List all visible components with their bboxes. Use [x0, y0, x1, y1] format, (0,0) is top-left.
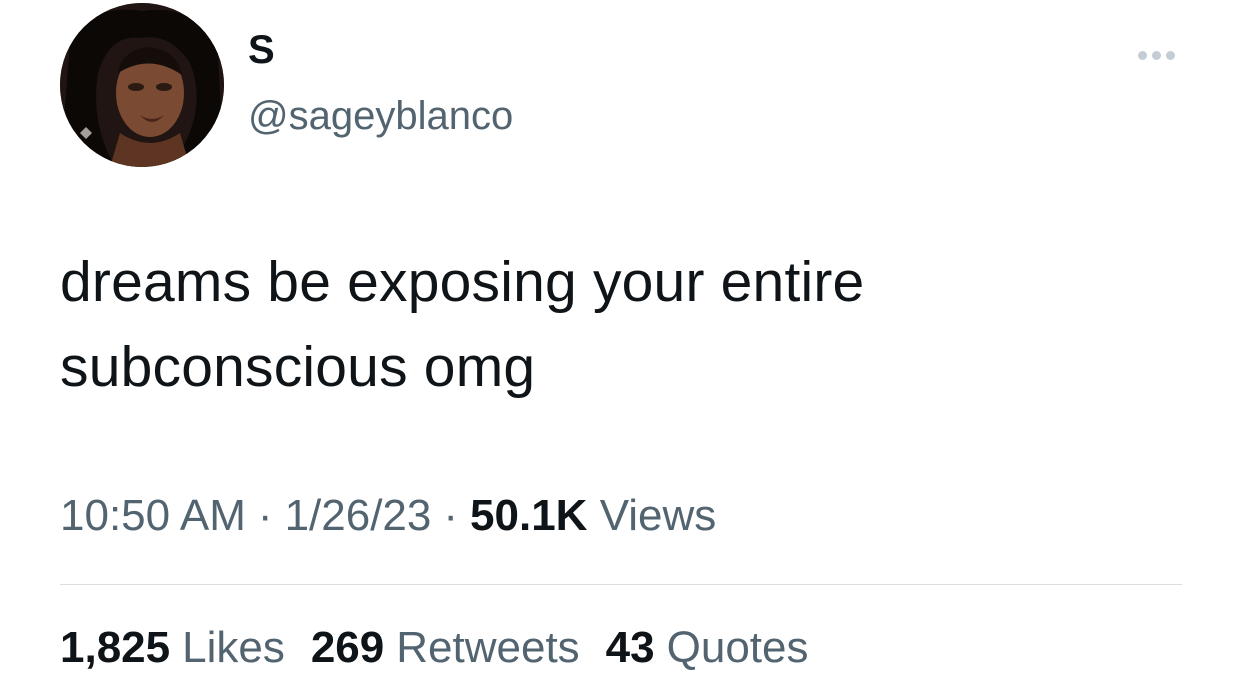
quotes-label: Quotes	[666, 623, 809, 672]
tweet-metadata: 10:50 AM · 1/26/23 · 50.1K Views	[60, 490, 716, 542]
quotes-stat[interactable]: 43 Quotes	[606, 622, 809, 674]
engagement-stats: 1,825 Likes 269 Retweets 43 Quotes	[60, 622, 809, 674]
divider	[60, 584, 1182, 585]
avatar-image	[60, 3, 224, 167]
author-handle[interactable]: @sageyblanco	[248, 96, 513, 136]
likes-stat[interactable]: 1,825 Likes	[60, 622, 285, 674]
tweet-date[interactable]: 1/26/23	[285, 491, 432, 540]
author-avatar[interactable]	[60, 3, 224, 167]
retweets-stat[interactable]: 269 Retweets	[311, 622, 580, 674]
likes-count: 1,825	[60, 623, 171, 672]
retweets-count: 269	[310, 623, 385, 672]
author-display-name[interactable]: S	[248, 30, 275, 70]
more-options-button[interactable]	[1128, 38, 1184, 72]
quotes-count: 43	[605, 623, 655, 672]
meta-separator: ·	[443, 491, 459, 540]
tweet-text: dreams be exposing your entire subconsci…	[60, 250, 865, 399]
likes-label: Likes	[182, 623, 285, 672]
more-options-icon	[1137, 50, 1175, 60]
retweets-label: Retweets	[396, 623, 580, 672]
meta-separator: ·	[257, 491, 273, 540]
views-label: Views	[599, 491, 717, 540]
tweet-time[interactable]: 10:50 AM	[60, 491, 246, 540]
views-count: 50.1K	[470, 491, 588, 540]
